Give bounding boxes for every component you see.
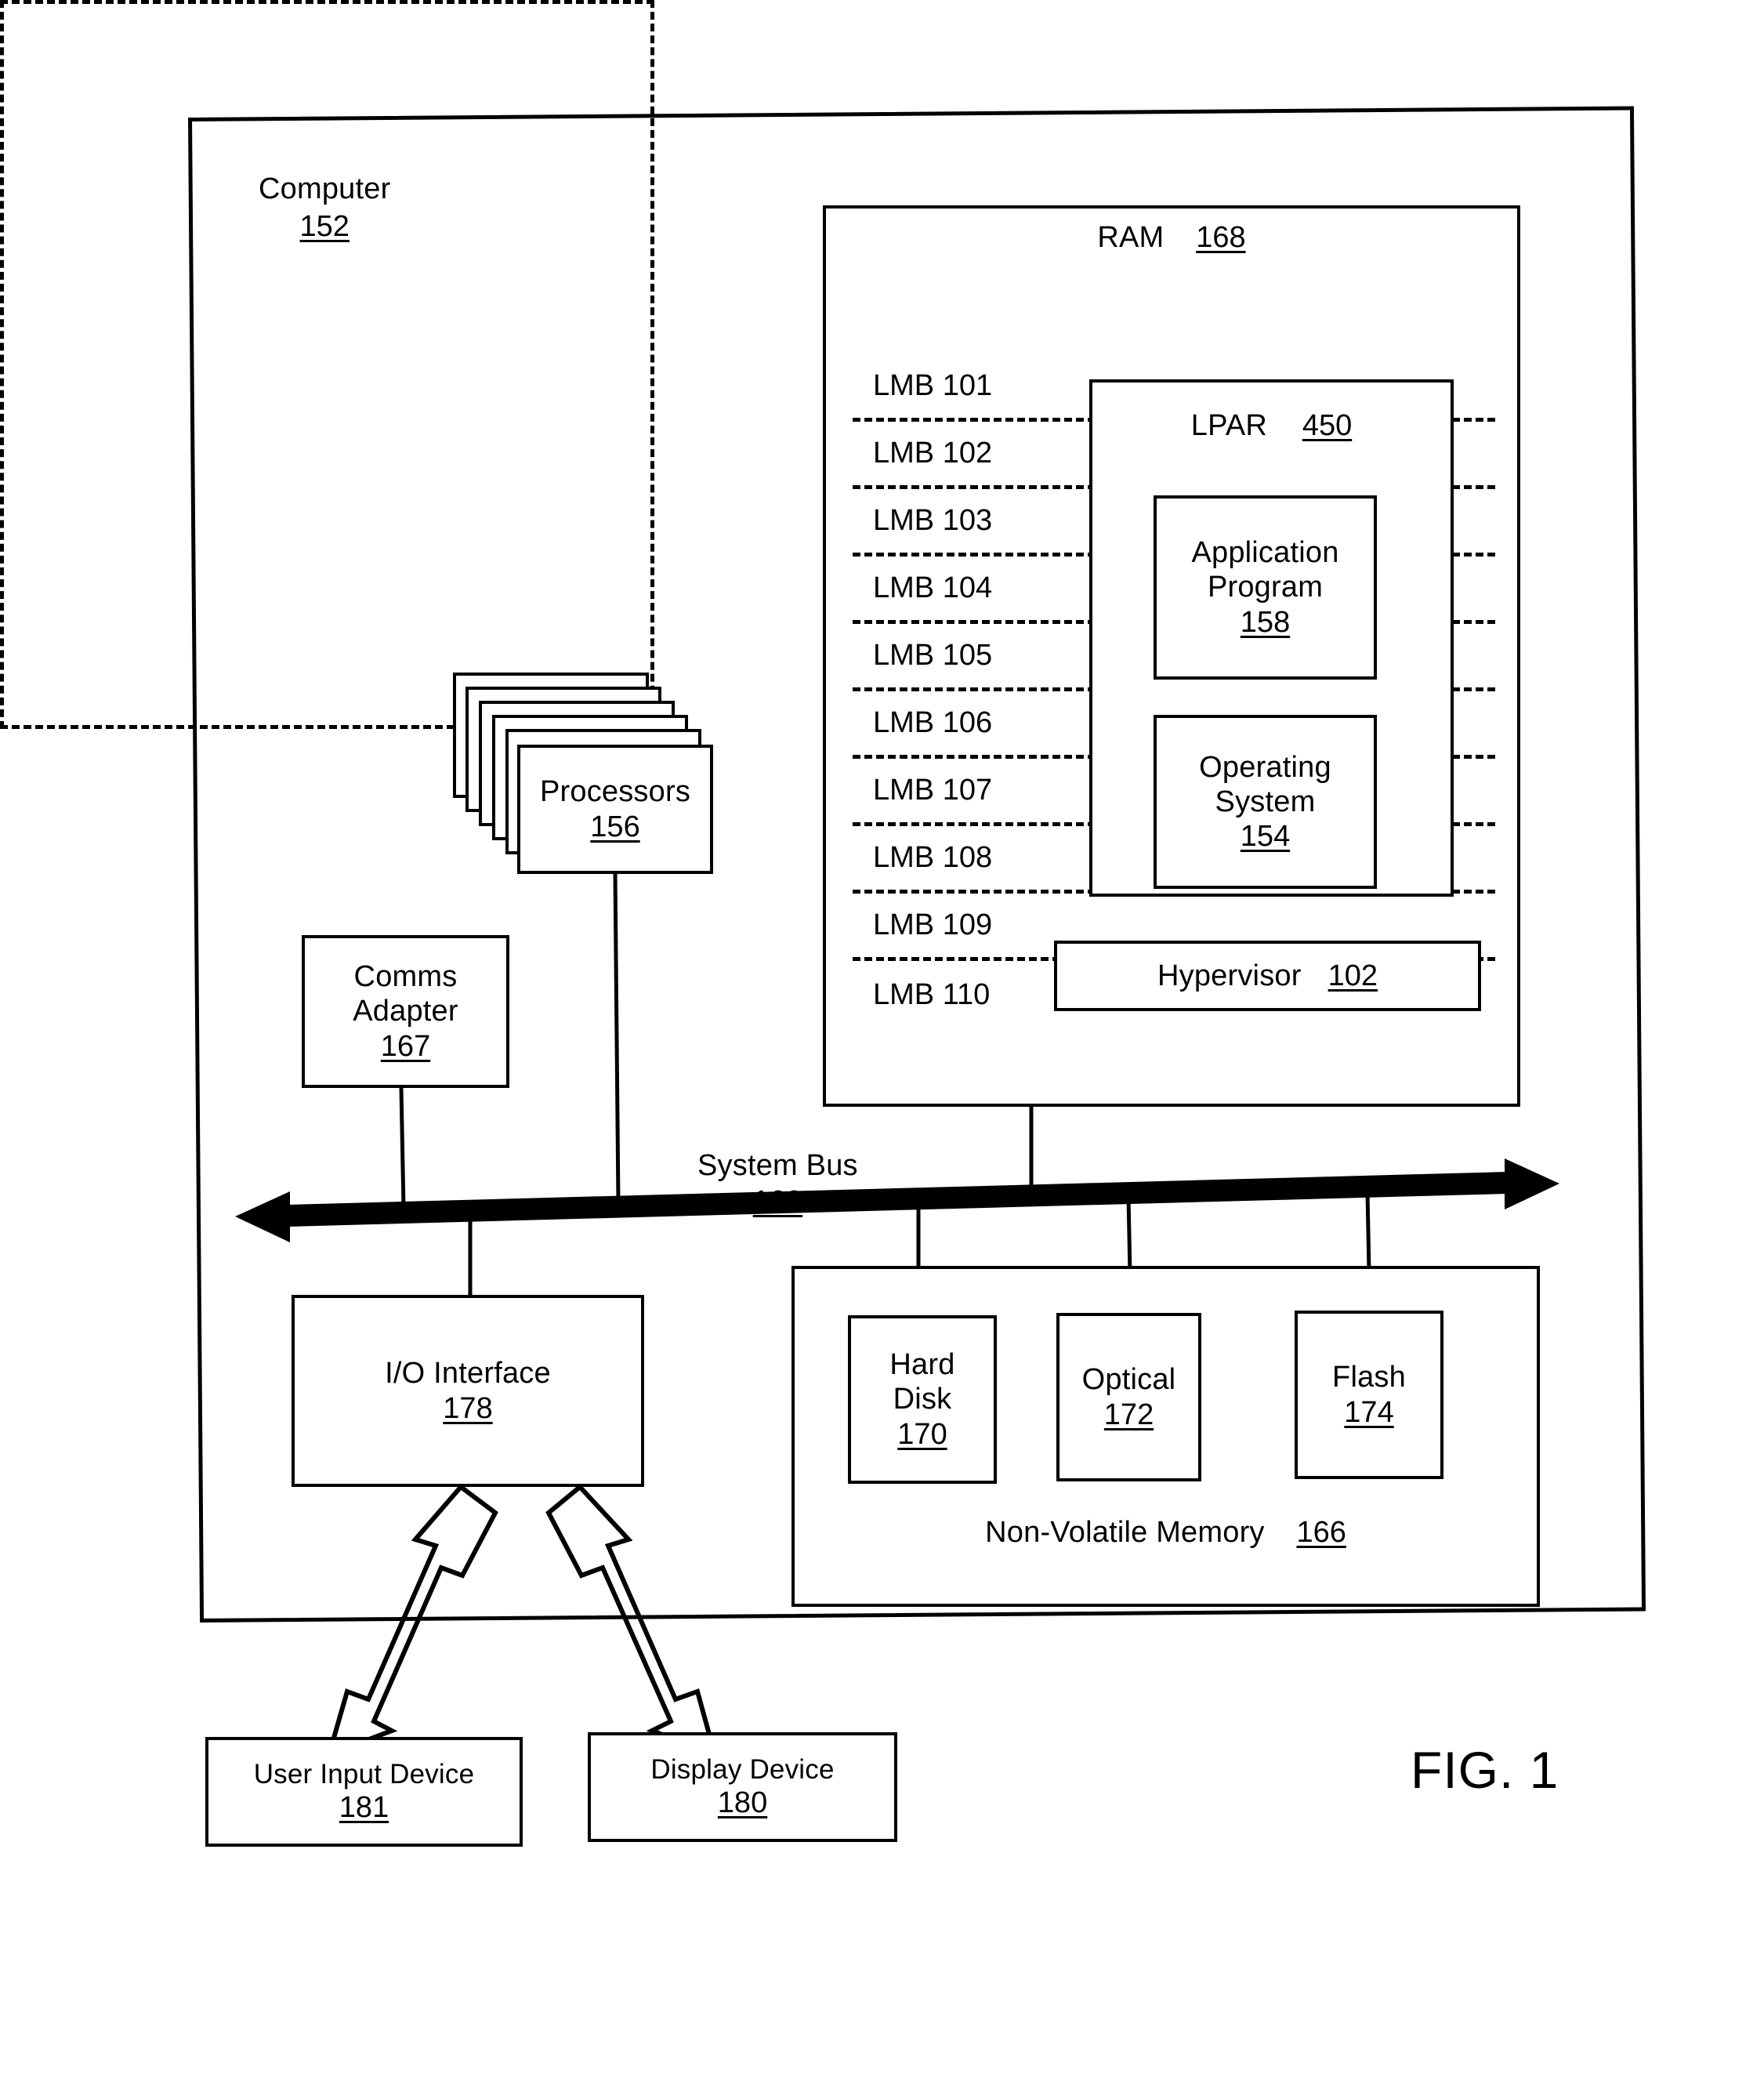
application-program-ref-number: 158 — [1240, 605, 1291, 639]
operating-system-line1: Operating — [1199, 750, 1331, 784]
lmb-label: LMB 110 — [873, 977, 991, 1011]
optical-drive-ref-number: 172 — [1103, 1398, 1154, 1431]
comms-adapter-line1: Comms — [353, 960, 458, 994]
flash-memory-label-text: Flash — [1332, 1361, 1406, 1394]
operating-system-ref-number: 154 — [1240, 820, 1291, 854]
user-input-device-ref-number: 181 — [339, 1791, 389, 1825]
processors-box: Processors 156 — [517, 745, 713, 874]
lmb-label: LMB 101 — [873, 369, 993, 402]
system-bus-label-text: System Bus — [697, 1149, 858, 1182]
lmb-label: LMB 107 — [873, 774, 993, 807]
operating-system-line2: System — [1215, 785, 1316, 818]
user-input-device-box: User Input Device 181 — [205, 1737, 523, 1847]
lmb-label: LMB 105 — [873, 639, 993, 672]
io-interface-label-text: I/O Interface — [385, 1357, 551, 1391]
computer-label: Computer 152 — [259, 171, 390, 245]
flash-memory-box: Flash 174 — [1295, 1311, 1443, 1479]
figure-caption: FIG. 1 — [1411, 1741, 1559, 1799]
display-device-box: Display Device 180 — [588, 1732, 897, 1842]
non-volatile-memory-ref-number: 166 — [1296, 1516, 1346, 1549]
ram-label-text: RAM — [1097, 221, 1165, 254]
application-program-line2: Program — [1207, 571, 1324, 604]
processors-ref-number: 156 — [590, 810, 640, 843]
non-volatile-memory-label: Non-Volatile Memory 166 — [791, 1513, 1540, 1550]
lmb-label: LMB 108 — [873, 841, 993, 874]
hypervisor-ref-number: 102 — [1328, 959, 1378, 992]
lmb-label: LMB 106 — [873, 706, 993, 739]
display-device-label-text: Display Device — [650, 1753, 835, 1785]
lpar-ref-number: 450 — [1302, 409, 1353, 442]
io-interface-box: I/O Interface 178 — [292, 1295, 644, 1487]
ram-label: RAM 168 — [823, 218, 1520, 255]
application-program-line1: Application — [1191, 536, 1339, 570]
hard-disk-box: Hard Disk 170 — [848, 1315, 997, 1484]
flash-memory-ref-number: 174 — [1344, 1395, 1394, 1429]
io-interface-ref-number: 178 — [443, 1391, 493, 1425]
lpar-label-text: LPAR — [1190, 409, 1268, 442]
display-device-ref-number: 180 — [717, 1786, 768, 1820]
processors-label-text: Processors — [539, 775, 691, 809]
user-input-device-label-text: User Input Device — [253, 1758, 475, 1789]
lmb-label: LMB 103 — [873, 504, 993, 537]
comms-adapter-ref-number: 167 — [380, 1029, 431, 1063]
hard-disk-line1: Hard — [889, 1348, 955, 1382]
optical-drive-box: Optical 172 — [1056, 1313, 1201, 1481]
lpar-label: LPAR 450 — [1089, 406, 1454, 443]
system-bus-label: System Bus 160 — [697, 1148, 858, 1220]
application-program-box: Application Program 158 — [1154, 495, 1377, 680]
ram-ref-number: 168 — [1196, 221, 1246, 254]
patent-figure-page: Computer 152 RAM 168 LMB 101 LMB 102 LMB… — [0, 0, 1764, 2074]
hypervisor-box: Hypervisor 102 — [1054, 941, 1481, 1011]
hypervisor-label-text: Hypervisor — [1157, 959, 1302, 992]
computer-label-text: Computer — [259, 172, 391, 205]
computer-ref-number: 152 — [299, 209, 350, 243]
lmb-label: LMB 104 — [873, 571, 993, 604]
hard-disk-ref-number: 170 — [897, 1417, 947, 1451]
comms-adapter-box: Comms Adapter 167 — [302, 935, 509, 1088]
comms-adapter-line2: Adapter — [353, 995, 458, 1028]
system-bus-ref-number: 160 — [752, 1184, 803, 1218]
lmb-label: LMB 102 — [873, 437, 993, 470]
operating-system-box: Operating System 154 — [1154, 715, 1377, 889]
lmb-label: LMB 109 — [873, 908, 993, 941]
optical-drive-label-text: Optical — [1081, 1363, 1176, 1397]
hard-disk-line2: Disk — [893, 1383, 952, 1416]
non-volatile-memory-label-text: Non-Volatile Memory — [985, 1516, 1265, 1549]
